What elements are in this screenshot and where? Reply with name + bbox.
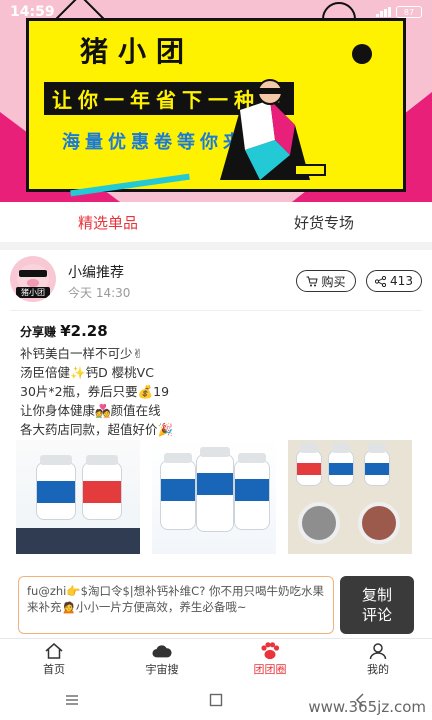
buy-button[interactable]: 购买 (296, 270, 356, 292)
product-image-3[interactable] (288, 440, 412, 554)
bottle-illustration (196, 447, 234, 532)
post-line: 汤臣倍健✨钙D 樱桃VC (20, 365, 154, 380)
app-page: 猪小团 让你一年省下一种芽 海量优惠卷等你来领取 14:59 87 精选单品 好… (0, 0, 432, 720)
copy-button-line2: 评论 (361, 606, 392, 624)
post-line: 各大药店同款，超值好价🎉 (20, 422, 174, 437)
post-header: 猪小团 小编推荐 今天 14:30 购买 413 (10, 256, 422, 306)
cart-icon (306, 276, 319, 286)
product-images (16, 440, 416, 554)
post-line: 补钙美白一样不可少✌ (20, 346, 143, 361)
section-divider (0, 242, 432, 250)
battery-icon: 87 (396, 6, 422, 18)
bottle-illustration (234, 453, 270, 530)
author-name: 小编推荐 (68, 265, 124, 281)
status-icons: 87 (376, 6, 422, 18)
share-count: 413 (390, 274, 413, 288)
bottle-illustration (160, 453, 196, 530)
home-icon (44, 642, 64, 660)
banner-title: 猪小团 (80, 35, 195, 68)
bottle-illustration (328, 443, 354, 486)
buy-button-label: 购买 (321, 274, 346, 289)
black-dot-decoration (352, 44, 372, 64)
post-line: 让你身体健康💑颜值在线 (20, 403, 161, 418)
avatar-label: 猪小团 (16, 287, 50, 298)
status-bar: 14:59 87 (0, 0, 432, 24)
category-tabs: 精选单品 好货专场 (0, 202, 432, 242)
share-button[interactable]: 413 (366, 270, 422, 292)
bottle-illustration (296, 443, 322, 486)
post-description: 补钙美白一样不可少✌ 汤臣倍健✨钙D 樱桃VC 30片*2瓶，券后只要💰19 让… (20, 344, 280, 439)
nav-home-label: 首页 (43, 663, 65, 676)
post-line: 30片*2瓶，券后只要💰19 (20, 384, 170, 399)
product-image-1[interactable] (16, 440, 140, 554)
tab-special[interactable]: 好货专场 (216, 202, 432, 242)
tablets-dish (298, 502, 340, 544)
nav-search[interactable]: 宇宙搜 (108, 639, 216, 680)
bottle-illustration (82, 455, 122, 520)
user-icon (368, 642, 388, 660)
comment-box: fu@zhi👉$淘口令$|想补钙补维C? 你不用只喝牛奶吃水果来补充🙍小小一片方… (18, 576, 334, 634)
paw-icon (260, 642, 280, 660)
store-shelf-strip (16, 528, 140, 554)
bottle-illustration (364, 443, 390, 486)
nav-search-label: 宇宙搜 (145, 663, 179, 676)
avatar[interactable]: 猪小团 (10, 256, 56, 302)
share-earn-label: 分享赚 (20, 325, 57, 339)
post-time: 今天 14:30 (68, 286, 131, 300)
share-icon (375, 275, 387, 287)
nav-me[interactable]: 我的 (324, 639, 432, 680)
fashion-figure-illustration (220, 79, 326, 180)
cloud-icon (152, 642, 172, 660)
nav-circle-label: 团团圈 (253, 663, 287, 676)
tablets-dish (358, 502, 400, 544)
promo-banner[interactable]: 猪小团 让你一年省下一种芽 海量优惠卷等你来领取 (0, 0, 432, 202)
nav-circle[interactable]: 团团圈 (216, 639, 324, 680)
watermark: www.365jz.com (308, 698, 426, 716)
bottle-illustration (36, 455, 76, 520)
product-image-2[interactable] (152, 440, 276, 554)
tab-featured[interactable]: 精选单品 (0, 202, 216, 242)
share-earn-amount: ¥2.28 (60, 322, 108, 340)
copy-comment-button[interactable]: 复制 评论 (340, 576, 414, 634)
nav-home[interactable]: 首页 (0, 639, 108, 680)
bottom-navigation: 首页 宇宙搜 团团圈 我的 (0, 638, 432, 680)
copy-button-line1: 复制 (361, 586, 392, 604)
home-square-icon[interactable] (186, 685, 246, 715)
status-time: 14:59 (10, 4, 55, 20)
share-earn: 分享赚 ¥2.28 (20, 322, 108, 340)
signal-icon (376, 7, 391, 17)
post-divider (10, 310, 422, 311)
nav-me-label: 我的 (367, 663, 389, 676)
menu-icon[interactable] (42, 685, 102, 715)
